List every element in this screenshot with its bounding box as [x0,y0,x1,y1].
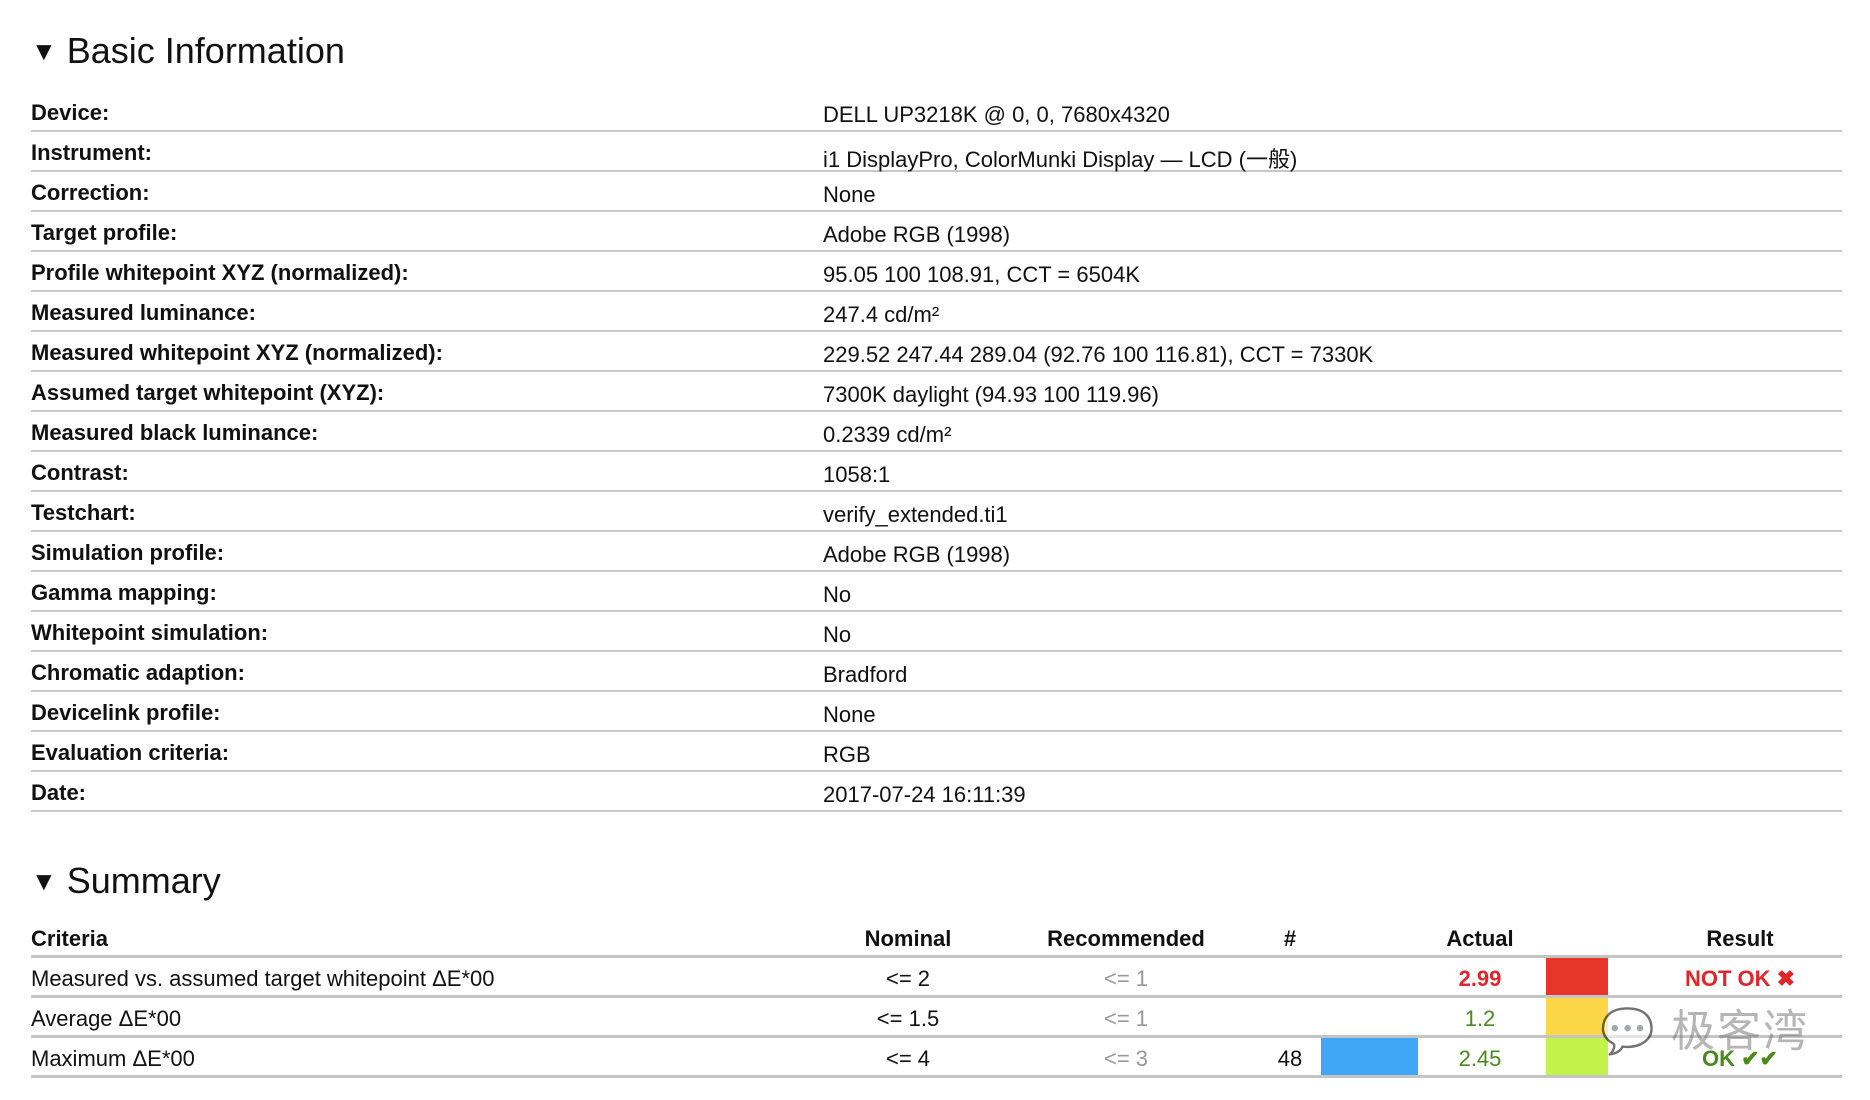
info-value: 247.4 cd/m² [823,302,940,327]
info-value: None [823,182,876,207]
summary-heading: ▼ Summary [31,860,221,902]
info-row: Target profile: Adobe RGB (1998) [31,212,1842,252]
recommended-cell: <= 1 [1103,966,1149,991]
basic-information-heading: ▼ Basic Information [31,30,345,72]
count-cell: 48 [1277,1046,1303,1071]
recommended-cell: <= 3 [1103,1046,1149,1071]
info-label: Date: [31,780,87,805]
info-value: i1 DisplayPro, ColorMunki Display — LCD … [823,147,1298,172]
info-row: Gamma mapping: No [31,572,1842,612]
summary-title: Summary [66,860,221,901]
info-value: Adobe RGB (1998) [823,222,1011,247]
info-row: Correction: None [31,172,1842,212]
header-criteria: Criteria [31,926,109,951]
info-value: 1058:1 [823,462,891,487]
header-actual: Actual [1446,926,1514,951]
summary-table: Criteria Nominal Recommended # Actual Re… [31,918,1842,1078]
nominal-cell: <= 2 [885,966,931,991]
result-cell: NOT OK ✖ [1684,966,1796,991]
info-label: Instrument: [31,140,152,165]
summary-row: Measured vs. assumed target whitepoint Δ… [31,958,1842,998]
header-count: # [1283,926,1297,951]
summary-row: Average ΔE*00 <= 1.5 <= 1 1.2 [31,998,1842,1038]
info-label: Measured whitepoint XYZ (normalized): [31,340,443,365]
info-value: 7300K daylight (94.93 100 119.96) [823,382,1159,407]
info-label: Profile whitepoint XYZ (normalized): [31,260,409,285]
info-label: Measured black luminance: [31,420,319,445]
actual-cell: 2.45 [1458,1046,1502,1071]
info-label: Contrast: [31,460,129,485]
info-row: Date: 2017-07-24 16:11:39 [31,772,1842,812]
collapse-triangle-icon[interactable]: ▼ [31,866,57,897]
actual-swatch [1546,958,1608,995]
info-value: 2017-07-24 16:11:39 [823,782,1026,807]
basic-information-table: Device: DELL UP3218K @ 0, 0, 7680x4320 Ins… [31,92,1842,812]
info-label: Assumed target whitepoint (XYZ): [31,380,385,405]
info-value: No [823,622,852,647]
info-label: Devicelink profile: [31,700,221,725]
info-row: Measured black luminance: 0.2339 cd/m² [31,412,1842,452]
info-row: Assumed target whitepoint (XYZ): 7300K da… [31,372,1842,412]
actual-cell: 2.99 [1458,966,1502,991]
info-label: Testchart: [31,500,136,525]
summary-header-row: Criteria Nominal Recommended # Actual Re… [31,918,1842,958]
info-label: Target profile: [31,220,178,245]
info-row: Testchart: verify_extended.ti1 [31,492,1842,532]
summary-row: Maximum ΔE*00 <= 4 <= 3 48 2.45 OK ✔✔ [31,1038,1842,1078]
info-label: Whitepoint simulation: [31,620,269,645]
criteria-cell: Measured vs. assumed target whitepoint Δ… [31,966,495,991]
patch-swatch [1321,1038,1418,1075]
info-row: Evaluation criteria: RGB [31,732,1842,772]
header-result: Result [1706,926,1774,951]
info-row: Measured whitepoint XYZ (normalized): 229… [31,332,1842,372]
info-label: Simulation profile: [31,540,225,565]
info-row: Profile whitepoint XYZ (normalized): 95.0… [31,252,1842,292]
info-value: 95.05 100 108.91, CCT = 6504K [823,262,1141,287]
info-label: Gamma mapping: [31,580,217,605]
nominal-cell: <= 1.5 [876,1006,940,1031]
info-label: Correction: [31,180,150,205]
info-row: Simulation profile: Adobe RGB (1998) [31,532,1842,572]
info-value: RGB [823,742,871,767]
basic-information-title: Basic Information [66,30,345,71]
info-label: Device: [31,100,110,125]
info-label: Evaluation criteria: [31,740,230,765]
info-row: Whitepoint simulation: No [31,612,1842,652]
info-row: Contrast: 1058:1 [31,452,1842,492]
actual-swatch [1546,998,1608,1035]
info-value: Bradford [823,662,908,687]
header-recommended: Recommended [1047,926,1205,951]
actual-cell: 1.2 [1464,1006,1496,1031]
info-value: DELL UP3218K @ 0, 0, 7680x4320 [823,102,1170,127]
actual-swatch [1546,1038,1608,1075]
info-value: Adobe RGB (1998) [823,542,1011,567]
recommended-cell: <= 1 [1103,1006,1149,1031]
nominal-cell: <= 4 [885,1046,931,1071]
info-label: Measured luminance: [31,300,256,325]
criteria-cell: Maximum ΔE*00 [31,1046,195,1071]
criteria-cell: Average ΔE*00 [31,1006,182,1031]
info-row: Devicelink profile: None [31,692,1842,732]
info-value: verify_extended.ti1 [823,502,1008,527]
info-row: Instrument: i1 DisplayPro, ColorMunki Dis… [31,132,1842,172]
info-row: Measured luminance: 247.4 cd/m² [31,292,1842,332]
info-row: Device: DELL UP3218K @ 0, 0, 7680x4320 [31,92,1842,132]
info-value: None [823,702,876,727]
info-value: 229.52 247.44 289.04 (92.76 100 116.81),… [823,342,1374,367]
watermark: 💬 极客湾 [1600,1007,1810,1056]
header-nominal: Nominal [864,926,952,951]
info-label: Chromatic adaption: [31,660,245,685]
collapse-triangle-icon[interactable]: ▼ [31,36,57,67]
info-row: Chromatic adaption: Bradford [31,652,1842,692]
info-value: 0.2339 cd/m² [823,422,952,447]
info-value: No [823,582,852,607]
